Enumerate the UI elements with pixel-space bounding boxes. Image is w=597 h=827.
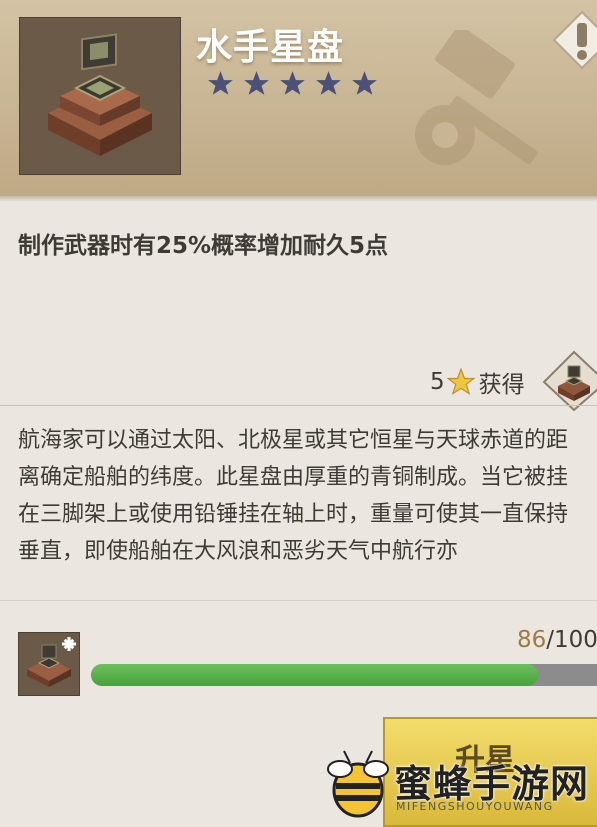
description-panel[interactable]: 航海家可以通过太阳、北极星或其它恒星与天球赤道的距离确定船舶的纬度。此星盘由厚重… bbox=[0, 405, 597, 598]
astrolabe-icon bbox=[48, 33, 152, 156]
star-icon bbox=[244, 71, 269, 95]
progress-count: 86/100 bbox=[517, 627, 597, 653]
alert-icon[interactable] bbox=[552, 10, 597, 70]
progress-max: 100 bbox=[554, 627, 597, 653]
progress-current: 86 bbox=[517, 627, 547, 653]
acquire-count: 5 bbox=[430, 369, 445, 395]
watermark-subtext: MIFENGSHOUYOUWANG bbox=[396, 800, 554, 813]
item-icon bbox=[19, 17, 181, 175]
star-icon bbox=[352, 71, 377, 95]
astrolabe-fragment-icon bbox=[27, 637, 76, 687]
item-header: 水手星盘 bbox=[0, 0, 597, 196]
description-text: 航海家可以通过太阳、北极星或其它恒星与天球赤道的距离确定船舶的纬度。此星盘由厚重… bbox=[18, 428, 569, 564]
effect-text: 制作武器时有25%概率增加耐久5点 bbox=[18, 233, 389, 259]
progress-separator: / bbox=[546, 627, 555, 653]
fragment-icon bbox=[18, 632, 80, 696]
progress-fill bbox=[91, 664, 539, 686]
divider bbox=[0, 600, 597, 601]
acquire-row: 5 获得 bbox=[430, 365, 525, 399]
star-icon bbox=[316, 71, 341, 95]
description-fade bbox=[0, 582, 597, 598]
item-name: 水手星盘 bbox=[196, 27, 345, 68]
star-icon bbox=[208, 71, 233, 95]
gold-star-icon bbox=[446, 368, 475, 396]
progress-bar bbox=[91, 664, 597, 686]
acquire-label: 获得 bbox=[478, 372, 525, 398]
header-shadow bbox=[0, 196, 597, 202]
astrolabe-icon[interactable] bbox=[540, 348, 597, 412]
star-icon bbox=[280, 71, 305, 95]
star-rating bbox=[207, 70, 378, 97]
